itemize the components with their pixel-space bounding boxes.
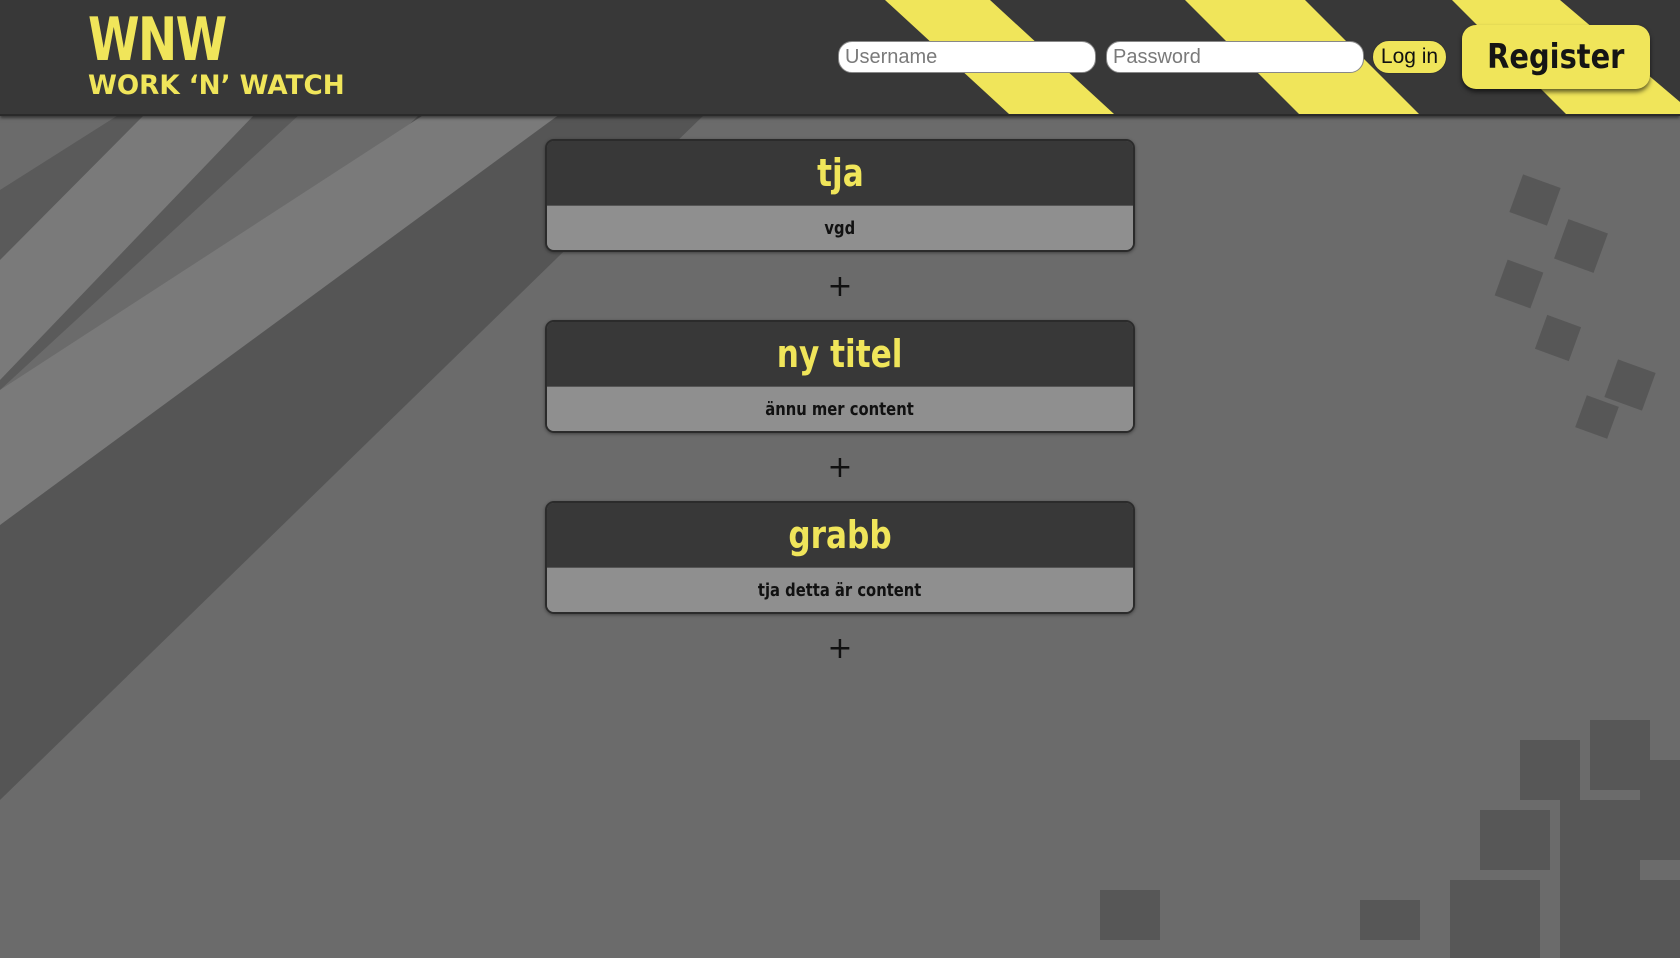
card-title-text: tja [816,151,864,195]
add-card-button[interactable]: + [545,252,1135,320]
register-button[interactable]: Register [1462,25,1650,89]
add-card-button[interactable]: + [545,614,1135,682]
card[interactable]: grabb tja detta är content [545,501,1135,614]
logo-mark: WNW [88,5,227,75]
register-label: Register [1487,37,1625,77]
card-title: tja [547,141,1133,205]
card-content-text: ännu mer content [765,398,915,420]
login-button[interactable]: Log in [1372,40,1447,74]
card-content-text: vgd [824,217,856,239]
logo-text: WORK ‘N’ WATCH [88,70,345,101]
card-list: tja vgd + ny titel ännu mer content + gr… [545,139,1135,682]
card-title: ny titel [547,322,1133,386]
card[interactable]: tja vgd [545,139,1135,252]
site-logo[interactable]: WNW WORK ‘N’ WATCH [88,10,348,106]
card-title-text: grabb [788,513,892,557]
card-content: tja detta är content [547,567,1133,612]
username-input[interactable] [838,41,1096,73]
card-content-text: tja detta är content [758,579,922,601]
card-content: ännu mer content [547,386,1133,431]
site-header: WNW WORK ‘N’ WATCH Log in Register [0,0,1680,116]
password-input[interactable] [1106,41,1364,73]
add-card-button[interactable]: + [545,433,1135,501]
card-title-text: ny titel [777,332,903,376]
card-title: grabb [547,503,1133,567]
card-content: vgd [547,205,1133,250]
card[interactable]: ny titel ännu mer content [545,320,1135,433]
